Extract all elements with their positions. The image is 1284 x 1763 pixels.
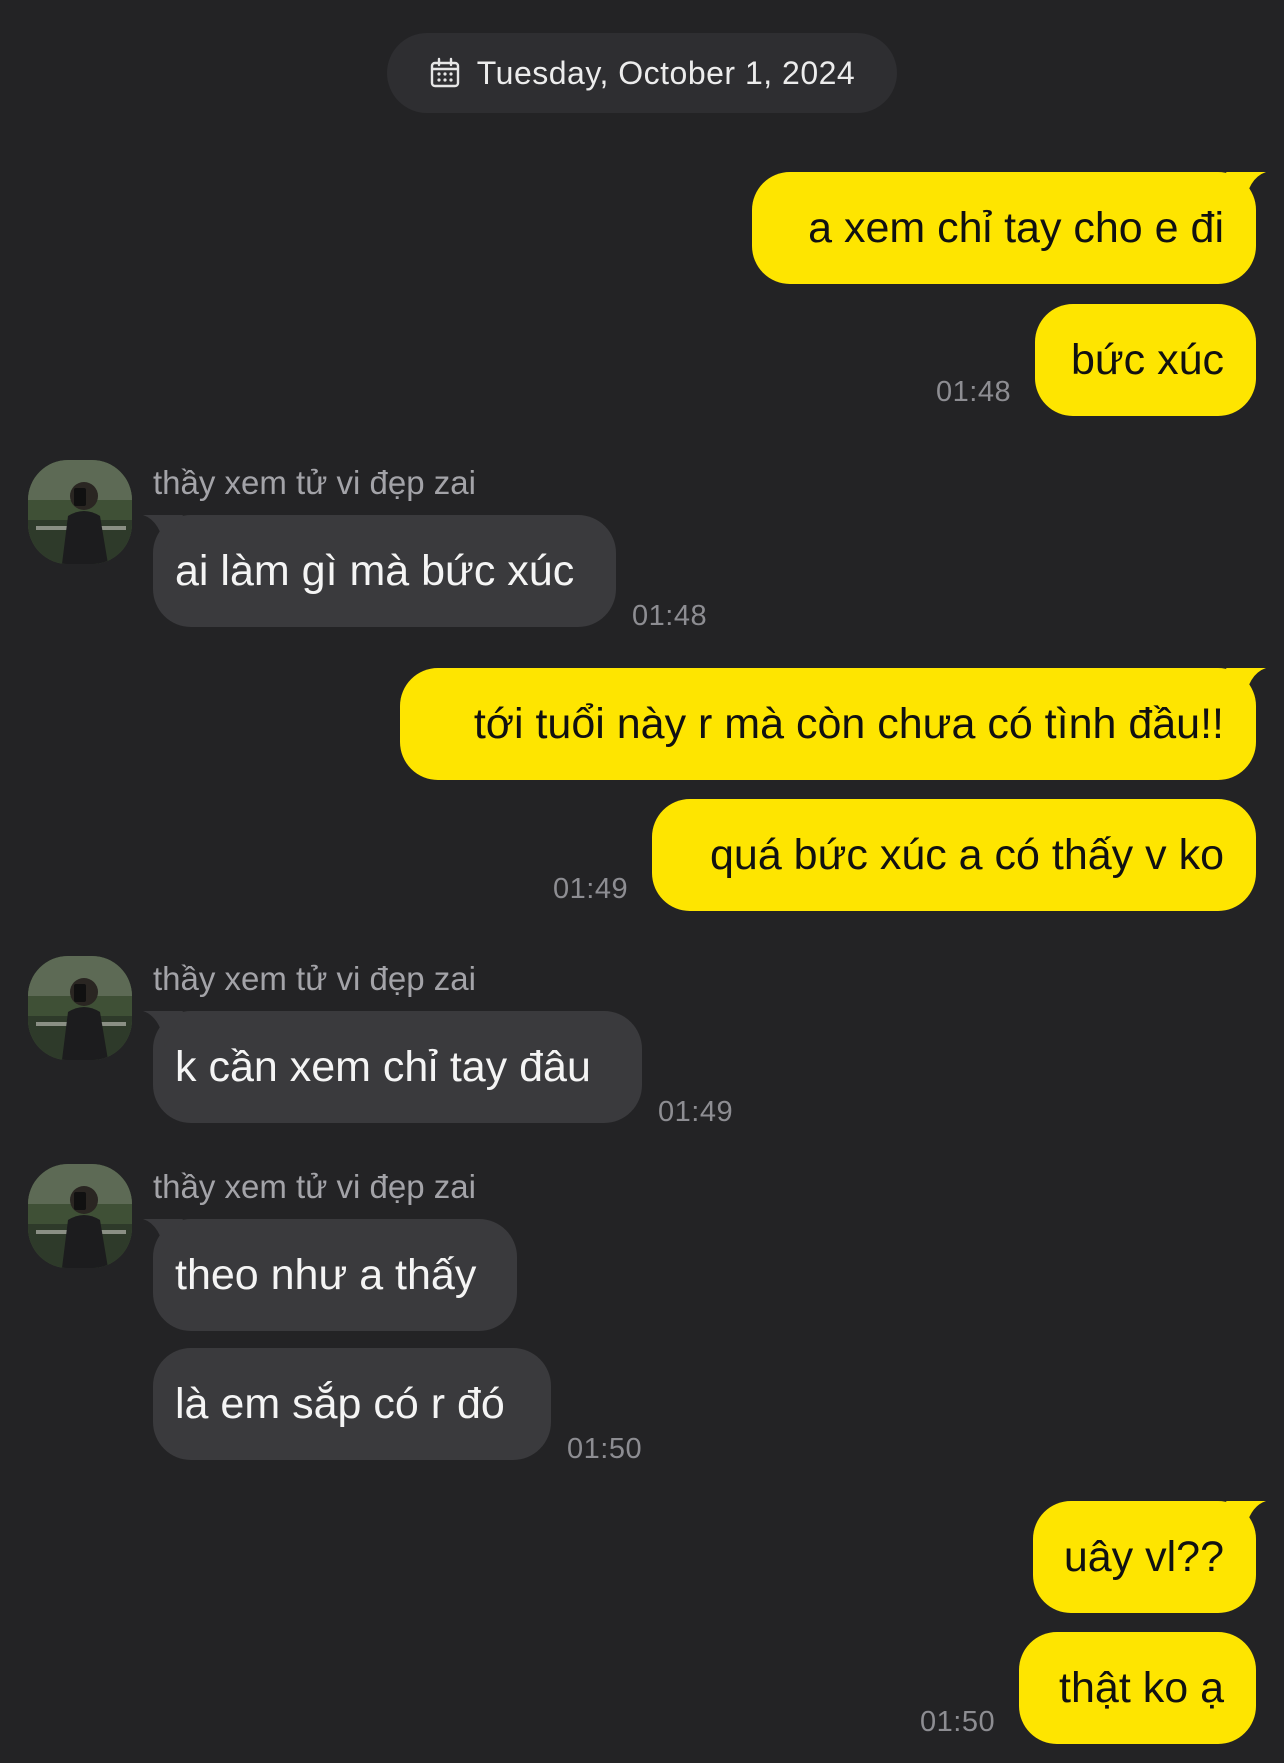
message-text: a xem chỉ tay cho e đi [808, 204, 1224, 252]
outgoing-message[interactable]: tới tuổi này r mà còn chưa có tình đầu!! [400, 668, 1266, 780]
sender-name: thầy xem tử vi đẹp zai [153, 960, 476, 997]
contact-avatar[interactable] [28, 956, 132, 1060]
message-timestamp: 01:50 [567, 1433, 643, 1465]
message-timestamp: 01:49 [553, 873, 629, 905]
avatar-photo-icon [28, 956, 132, 1060]
avatar-photo-icon [28, 1164, 132, 1268]
message-text: thật ko ạ [1059, 1664, 1224, 1712]
bubble-tail [1226, 668, 1266, 704]
message-timestamp: 01:49 [658, 1096, 734, 1128]
message-text: là em sắp có r đó [175, 1380, 505, 1428]
contact-avatar[interactable] [28, 1164, 132, 1268]
bubble-tail [143, 1219, 183, 1255]
chat-view[interactable]: Tuesday, October 1, 2024 a xem chỉ tay c… [0, 0, 1284, 1763]
bubble-tail [143, 515, 183, 551]
bubble-tail [1226, 1501, 1266, 1537]
outgoing-message[interactable]: bức xúc [1035, 304, 1256, 416]
sender-name: thầy xem tử vi đẹp zai [153, 1168, 476, 1205]
message-text: tới tuổi này r mà còn chưa có tình đầu!! [473, 700, 1224, 748]
outgoing-message[interactable]: quá bức xúc a có thấy v ko [652, 799, 1256, 911]
message-text: uây vl?? [1063, 1533, 1224, 1581]
incoming-message[interactable]: ai làm gì mà bức xúc [143, 515, 616, 627]
sender-name: thầy xem tử vi đẹp zai [153, 464, 476, 501]
message-text: ai làm gì mà bức xúc [175, 547, 575, 595]
calendar-icon [430, 57, 459, 88]
message-timestamp: 01:48 [936, 376, 1012, 408]
message-text: bức xúc [1070, 336, 1224, 384]
date-label: Tuesday, October 1, 2024 [476, 54, 856, 91]
bubble-tail [143, 1011, 183, 1047]
message-text: theo như a thấy [175, 1251, 477, 1299]
bubble-tail [1226, 172, 1266, 208]
message-text: k cần xem chỉ tay đâu [175, 1043, 591, 1091]
outgoing-message[interactable]: a xem chỉ tay cho e đi [752, 172, 1266, 284]
date-divider: Tuesday, October 1, 2024 [387, 33, 897, 113]
message-timestamp: 01:48 [632, 600, 708, 632]
avatar-photo-icon [28, 460, 132, 564]
message-text: quá bức xúc a có thấy v ko [709, 831, 1224, 879]
incoming-message[interactable]: là em sắp có r đó [153, 1348, 551, 1460]
incoming-message[interactable]: k cần xem chỉ tay đâu [143, 1011, 642, 1123]
outgoing-message[interactable]: thật ko ạ [1019, 1632, 1256, 1744]
message-timestamp: 01:50 [920, 1706, 996, 1738]
contact-avatar[interactable] [28, 460, 132, 564]
incoming-message[interactable]: theo như a thấy [143, 1219, 517, 1331]
outgoing-message[interactable]: uây vl?? [1033, 1501, 1266, 1613]
